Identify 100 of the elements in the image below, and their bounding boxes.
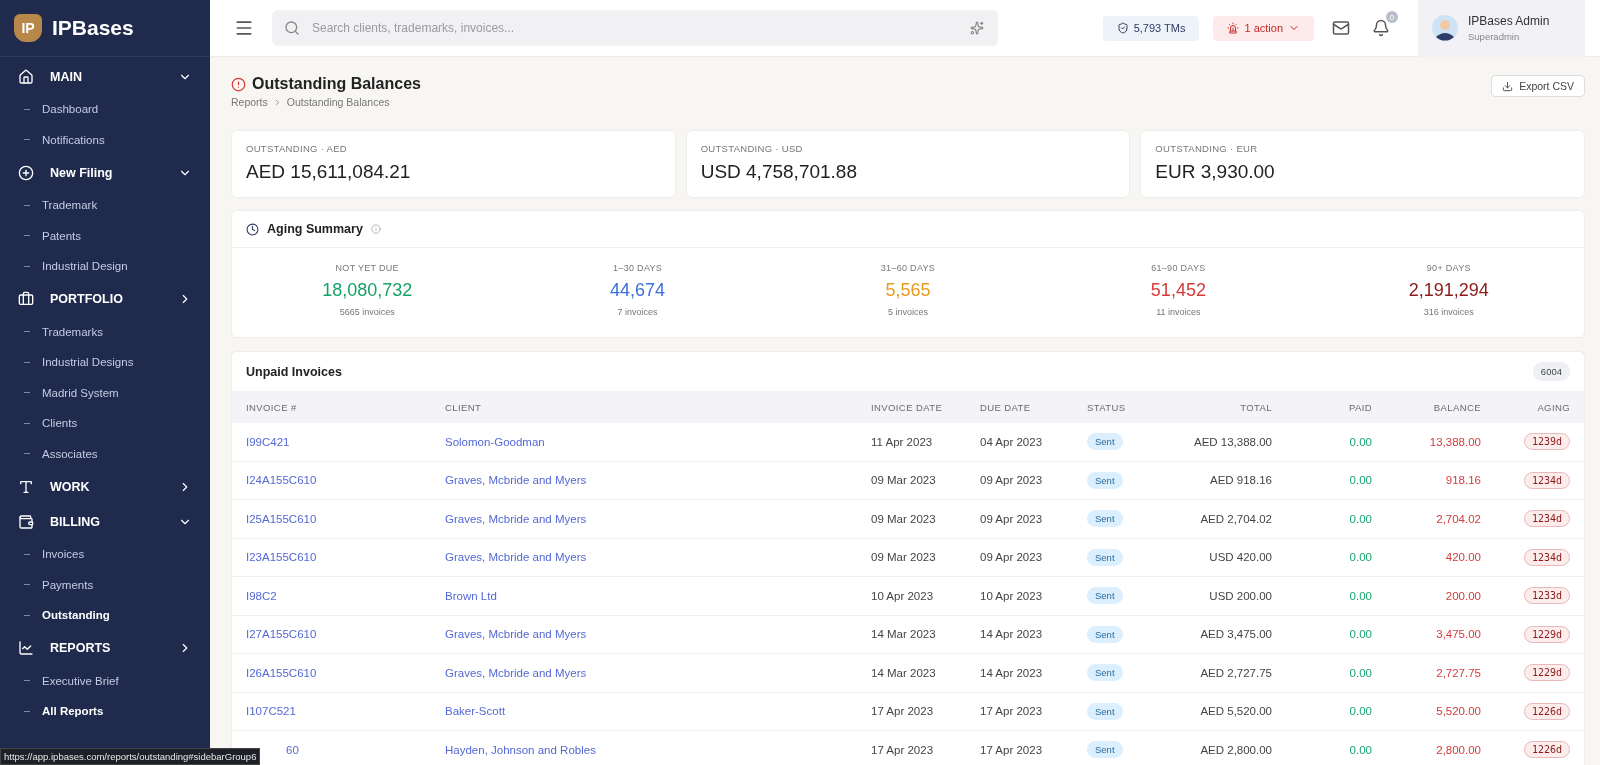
invoice-link[interactable]: I98C2 <box>246 589 277 602</box>
sidebar-group[interactable]: MAIN <box>0 59 210 94</box>
aging-badge: 1234d <box>1523 471 1570 489</box>
balance-amount: 2,704.02 <box>1436 512 1481 525</box>
invoice-date: 11 Apr 2023 <box>871 435 933 448</box>
balance-amount: 5,520.00 <box>1436 705 1481 718</box>
column-header: PAID <box>1347 401 1373 413</box>
due-date: 04 Apr 2023 <box>980 435 1043 448</box>
clock-icon <box>246 222 259 236</box>
client-link[interactable]: Graves, Mcbride and Myers <box>445 666 587 679</box>
paid-amount: 0.00 <box>1349 628 1372 641</box>
bucket-label: 90+ DAYS <box>1426 263 1471 273</box>
breadcrumb-item: Outstanding Balances <box>286 96 390 108</box>
bucket-count: 316 invoices <box>1423 307 1474 317</box>
client-link[interactable]: Baker-Scott <box>445 705 506 718</box>
bucket-value: 2,191,294 <box>1408 280 1489 301</box>
status-badge: Sent <box>1087 741 1123 759</box>
briefcase-icon <box>18 291 34 307</box>
sidebar-item[interactable]: Payments <box>0 569 210 600</box>
avatar-icon <box>1432 15 1458 41</box>
client-link[interactable]: Graves, Mcbride and Myers <box>445 474 587 487</box>
balance-amount: 3,475.00 <box>1436 628 1481 641</box>
sidebar-item[interactable]: Associates <box>0 438 210 469</box>
paid-amount: 0.00 <box>1349 743 1372 756</box>
invoice-link[interactable]: I25A155C610 <box>246 512 317 525</box>
invoice-link[interactable]: I23A155C610 <box>246 551 317 564</box>
aging-badge: 1234d <box>1523 548 1570 566</box>
sidebar-item[interactable]: Dashboard <box>0 94 210 125</box>
export-csv-button[interactable]: Export CSV <box>1491 75 1585 97</box>
search-field[interactable]: Search clients, trademarks, invoices... <box>272 10 998 46</box>
balance-amount: 13,388.00 <box>1429 435 1481 448</box>
sidebar-group[interactable]: New Filing <box>0 155 210 190</box>
paid-amount: 0.00 <box>1349 705 1372 718</box>
action-chip[interactable]: 1 action <box>1213 15 1314 41</box>
client-link[interactable]: Solomon-Goodman <box>445 435 545 448</box>
bucket-count: 5 invoices <box>887 307 928 317</box>
status-badge: Sent <box>1087 433 1123 451</box>
bucket-value: 44,674 <box>610 280 666 301</box>
sidebar-group[interactable]: WORK <box>0 469 210 504</box>
logo-mark: IP <box>14 14 42 42</box>
invoice-link[interactable]: I107C521 <box>246 705 296 718</box>
invoice-link[interactable]: I99C421 <box>246 435 290 448</box>
bucket-count: 7 invoices <box>617 307 658 317</box>
status-badge: Sent <box>1087 548 1123 566</box>
sidebar-item[interactable]: Notifications <box>0 124 210 155</box>
client-link[interactable]: Brown Ltd <box>445 589 497 602</box>
due-date: 09 Apr 2023 <box>980 551 1043 564</box>
client-link[interactable]: Hayden, Johnson and Robles <box>445 743 596 756</box>
plus-circle-icon <box>18 164 34 181</box>
due-date: 17 Apr 2023 <box>980 705 1043 718</box>
bucket-value: 51,452 <box>1150 280 1206 301</box>
aging-badge: 1233d <box>1523 587 1570 605</box>
user-name: IPBases Admin <box>1468 14 1550 28</box>
sidebar-item[interactable]: Trademarks <box>0 316 210 347</box>
sidebar-item[interactable]: Trademark <box>0 190 210 221</box>
sidebar-item[interactable]: Madrid System <box>0 377 210 408</box>
invoice-date: 10 Apr 2023 <box>871 589 934 602</box>
sidebar-group[interactable]: REPORTS <box>0 630 210 666</box>
invoice-link[interactable]: I26A155C610 <box>246 666 317 679</box>
total-amount: USD 420.00 <box>1209 551 1272 564</box>
total-amount: AED 5,520.00 <box>1200 705 1272 718</box>
sidebar-item[interactable]: Outstanding <box>0 600 210 631</box>
column-header: DUE DATE <box>979 401 1032 413</box>
sidebar-item[interactable]: Industrial Designs <box>0 347 210 378</box>
line-chart-icon <box>18 640 34 656</box>
sidebar-item[interactable]: Clients <box>0 408 210 439</box>
due-date: 14 Apr 2023 <box>980 666 1043 679</box>
user-panel[interactable]: IPBases Admin Superadmin <box>1418 0 1585 57</box>
sidebar-item[interactable]: Patents <box>0 220 210 251</box>
column-header: CLIENT <box>444 401 483 413</box>
shield-icon <box>1116 22 1129 34</box>
client-link[interactable]: Graves, Mcbride and Myers <box>445 551 587 564</box>
due-date: 17 Apr 2023 <box>980 743 1043 756</box>
client-link[interactable]: Graves, Mcbride and Myers <box>445 628 587 641</box>
sidebar-group[interactable]: BILLING <box>0 504 210 539</box>
sidebar-item[interactable]: Invoices <box>0 539 210 570</box>
total-label: OUTSTANDING · USD <box>700 143 804 154</box>
status-badge: Sent <box>1087 510 1123 528</box>
total-amount: USD 200.00 <box>1209 589 1272 602</box>
total-value: USD 4,758,701.88 <box>700 161 858 183</box>
sidebar-item[interactable]: Industrial Design <box>0 251 210 282</box>
invoice-date: 17 Apr 2023 <box>871 705 934 718</box>
bucket-label: 1–30 DAYS <box>613 263 663 273</box>
sparkle-icon <box>970 21 984 35</box>
trademark-count-chip[interactable]: 5,793 TMs <box>1102 15 1200 41</box>
brand-name: IPBases <box>52 16 134 40</box>
total-value: AED 15,611,084.21 <box>246 161 412 183</box>
sidebar-item[interactable]: Executive Brief <box>0 665 210 696</box>
paid-amount: 0.00 <box>1349 666 1372 679</box>
column-header: INVOICE DATE <box>870 401 944 413</box>
breadcrumb-item[interactable]: Reports <box>231 96 268 108</box>
client-link[interactable]: Graves, Mcbride and Myers <box>445 512 587 525</box>
aging-badge: 1229d <box>1523 625 1570 643</box>
invoice-link[interactable]: I24A155C610 <box>246 474 317 487</box>
sidebar-item[interactable]: All Reports <box>0 696 210 727</box>
card-title: Aging Summary <box>267 222 363 236</box>
status-badge: Sent <box>1087 625 1123 643</box>
invoice-link[interactable]: I27A155C610 <box>246 628 317 641</box>
status-badge: Sent <box>1087 587 1123 605</box>
sidebar-group[interactable]: PORTFOLIO <box>0 281 210 317</box>
